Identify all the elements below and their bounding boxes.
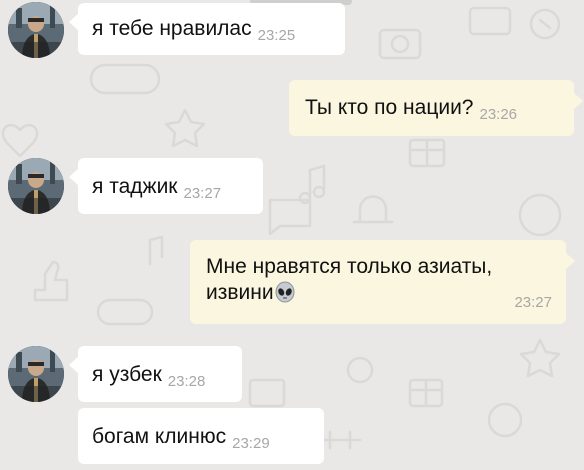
contact-avatar[interactable] (8, 158, 64, 214)
message-text: я узбек (92, 363, 162, 386)
bubble-tail (573, 92, 583, 110)
alien-face-icon (275, 281, 295, 303)
message-text: богам клинюс (92, 425, 227, 448)
message-text: Ты кто по нации? (305, 96, 474, 119)
message-time: 23:27 (183, 185, 222, 202)
avatar-photo (8, 2, 64, 58)
avatar-photo (8, 346, 64, 402)
message-time: 23:26 (479, 106, 518, 123)
message-text: я таджик (92, 175, 178, 198)
message-text-line-1: Мне нравятся только азиаты, (206, 255, 493, 278)
message-text-line-2: извини (206, 281, 274, 304)
message-text: я тебе нравилас (92, 17, 252, 40)
message-bubble-incoming[interactable]: я узбек 23:28 (69, 346, 242, 402)
message-time: 23:27 (514, 294, 552, 311)
message-time: 23:28 (167, 373, 206, 390)
message-bubble-incoming[interactable]: я тебе нравилас 23:25 (69, 3, 345, 55)
bubble-tail (69, 13, 79, 31)
avatar-photo (8, 158, 64, 214)
message-bubble-incoming[interactable]: богам клинюс 23:29 (78, 408, 324, 464)
message-bubble-outgoing[interactable]: Ты кто по нации? 23:26 (289, 80, 583, 136)
contact-avatar[interactable] (8, 346, 64, 402)
message-bubble-incoming[interactable]: я таджик 23:27 (69, 158, 263, 214)
message-bubble-outgoing[interactable]: Мне нравятся только азиаты, извини 23:27 (190, 240, 575, 324)
bubble-tail (69, 168, 79, 186)
chat-area[interactable]: я тебе нравилас 23:25 Ты кто по нации? 23:… (0, 0, 584, 470)
message-time: 23:25 (257, 27, 296, 44)
bubble-tail (565, 252, 575, 270)
bubble-tail (69, 356, 79, 374)
message-time: 23:29 (232, 435, 270, 452)
contact-avatar[interactable] (8, 2, 64, 58)
